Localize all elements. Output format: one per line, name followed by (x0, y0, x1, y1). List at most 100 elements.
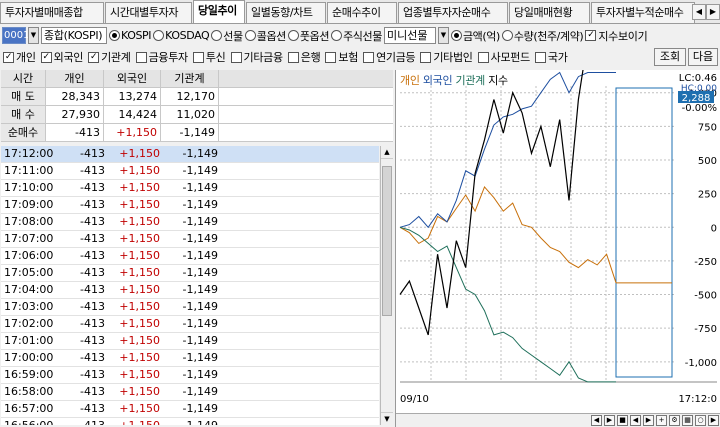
cell-value: 28,343 (46, 88, 104, 105)
table-row[interactable]: 17:04:00 -413 +1,150 -1,149 (1, 282, 379, 299)
investor-checkbox-private-fund[interactable]: 사모펀드 (477, 49, 530, 65)
radio-stock-futures[interactable]: 주식선물 (331, 28, 382, 44)
cell-institution: -1,149 (182, 300, 218, 313)
chart-play-icon[interactable]: ▶ (604, 415, 615, 426)
cell-institution: -1,149 (182, 249, 218, 262)
radio-kospi[interactable]: KOSPI (109, 29, 152, 42)
table-row[interactable]: 16:56:00-413+1,150-1,149 (1, 418, 379, 425)
table-row[interactable]: 17:05:00 -413 +1,150 -1,149 (1, 265, 379, 282)
header-filler (219, 70, 393, 87)
cell-time: 16:56:00 (1, 418, 53, 425)
cell-foreign: +1,150 (119, 198, 160, 211)
chart-zoom-icon[interactable]: + (656, 415, 667, 426)
market-toolbar: 0001 ▼ 종합(KOSPI) KOSPI KOSDAQ 선물 콜옵션 풋옵션… (0, 25, 720, 46)
radio-icon (109, 30, 120, 41)
radio-kosdaq[interactable]: KOSDAQ (153, 29, 210, 42)
checkbox-empty-icon (325, 51, 337, 63)
code-dropdown-icon[interactable]: ▼ (28, 27, 39, 44)
checkbox-empty-icon (230, 51, 242, 63)
scrollbar-thumb[interactable] (382, 166, 392, 316)
chart-next-icon[interactable]: ▶ (708, 415, 719, 426)
radio-amount[interactable]: 금액(억) (450, 28, 500, 44)
show-index-checkbox[interactable]: ✓ 지수보이기 (585, 28, 648, 44)
checkbox-empty-icon (192, 51, 204, 63)
mini-futures-dropdown-icon[interactable]: ▼ (437, 27, 449, 44)
tab-scroll-left-icon[interactable]: ◀ (692, 4, 706, 20)
table-row[interactable]: 17:09:00 -413 +1,150 -1,149 (1, 197, 379, 214)
cell-value: -1,149 (161, 124, 219, 141)
chart-stop-icon[interactable]: ■ (617, 415, 628, 426)
table-row[interactable]: 17:03:00 -413 +1,150 -1,149 (1, 299, 379, 316)
chart-grid-icon[interactable]: ▦ (682, 415, 693, 426)
tab-cumulative-net-buy[interactable]: 투자자별누적순매수 (591, 2, 695, 23)
table-row[interactable]: 17:08:00 -413 +1,150 -1,149 (1, 214, 379, 231)
investor-checkbox-financial-investment[interactable]: 금융투자 (135, 49, 188, 65)
cell-time: 17:11:00 (4, 164, 54, 177)
investor-checkbox-other-corp[interactable]: 기타법인 (420, 49, 473, 65)
cell-individual: -413 (80, 283, 105, 296)
investor-checkbox-foreign[interactable]: ✓ 외국인 (40, 49, 83, 65)
tab-daily-trading[interactable]: 당일매매현황 (509, 2, 590, 23)
lc-label: LC:0.46 (679, 73, 717, 84)
chart-last-icon[interactable]: ▶ (643, 415, 654, 426)
timeline-list[interactable]: 17:12:00 -413 +1,150 -1,149 17:11:00 -413 +1,1… (1, 146, 379, 425)
mini-futures-select[interactable]: 미니선물 (383, 27, 436, 44)
query-button[interactable]: 조회 (654, 48, 686, 66)
cell-individual: -413 (80, 385, 105, 398)
radio-put-option[interactable]: 풋옵션 (287, 28, 329, 44)
table-row[interactable]: 17:01:00 -413 +1,150 -1,149 (1, 333, 379, 350)
cell-foreign: +1,150 (108, 418, 163, 425)
tab-net-buy-trend[interactable]: 순매수추이 (327, 2, 397, 23)
table-row[interactable]: 17:02:00 -413 +1,150 -1,149 (1, 316, 379, 333)
investor-checkbox-nation[interactable]: 국가 (534, 49, 568, 65)
cell-individual: -413 (80, 368, 105, 381)
cell-institution: -1,149 (182, 334, 218, 347)
investor-checkbox-pension[interactable]: 연기금등 (363, 49, 416, 65)
tab-investor-summary[interactable]: 투자자별매매종합 (0, 2, 104, 23)
y-tick-label: 750 (698, 122, 717, 133)
code-input[interactable]: 0001 (2, 27, 29, 44)
table-row[interactable]: 17:00:00 -413 +1,150 -1,149 (1, 350, 379, 367)
table-row[interactable]: 17:11:00 -413 +1,150 -1,149 (1, 163, 379, 180)
list-scrollbar[interactable]: ▲ ▼ (380, 146, 393, 425)
radio-call-option[interactable]: 콜옵션 (244, 28, 286, 44)
table-row[interactable]: 17:06:00 -413 +1,150 -1,149 (1, 248, 379, 265)
cell-institution: -1,149 (182, 164, 218, 177)
cell-individual: -413 (80, 164, 105, 177)
investor-checkbox-insurance[interactable]: 보험 (325, 49, 358, 65)
investor-checkbox-bank[interactable]: 은행 (287, 49, 321, 65)
investor-checkbox-other-finance[interactable]: 기타금융 (230, 49, 283, 65)
tab-sector-investor[interactable]: 업종별투자자순매수 (398, 2, 508, 23)
tab-daily-chart[interactable]: 일별동향/차트 (246, 2, 326, 23)
investor-checkbox-individual[interactable]: ✓ 개인 (3, 49, 36, 65)
table-row[interactable]: 16:59:00 -413 +1,150 -1,149 (1, 367, 379, 384)
investor-filter-bar: ✓ 개인 ✓ 외국인 ✓ 기관계 금융투자 투신 기타금융 은행 보험 연기금등 기타… (0, 47, 720, 67)
table-row[interactable]: 16:57:00 -413 +1,150 -1,149 (1, 401, 379, 418)
radio-futures[interactable]: 선물 (211, 28, 243, 44)
chart-scroll-left-icon[interactable]: ◀ (591, 415, 602, 426)
chart-search-icon[interactable]: ○ (695, 415, 706, 426)
next-button[interactable]: 다음 (688, 48, 718, 66)
tab-scroll-right-icon[interactable]: ▶ (706, 4, 720, 20)
chart-settings-icon[interactable]: ⚙ (669, 415, 680, 426)
tab-daily-trend[interactable]: 당일추이 (193, 0, 245, 23)
table-row[interactable]: 17:12:00 -413 +1,150 -1,149 (1, 146, 379, 163)
cell-time: 17:02:00 (4, 317, 54, 330)
investor-checkbox-trust[interactable]: 투신 (192, 49, 226, 65)
table-row[interactable]: 16:58:00 -413 +1,150 -1,149 (1, 384, 379, 401)
tab-bar: 투자자별매매종합 시간대별투자자 당일추이 일별동향/차트 순매수추이 업종별투… (0, 0, 720, 24)
row-filler (219, 106, 393, 123)
cell-foreign: +1,150 (119, 385, 160, 398)
radio-quantity[interactable]: 수량(천주/계약) (501, 28, 584, 44)
table-row[interactable]: 17:10:00 -413 +1,150 -1,149 (1, 180, 379, 197)
radio-icon (331, 30, 343, 41)
series-individual-line (399, 185, 617, 283)
tab-hourly-investor[interactable]: 시간대별투자자 (105, 2, 192, 23)
chart-first-icon[interactable]: ◀ (630, 415, 641, 426)
scroll-down-icon[interactable]: ▼ (381, 412, 393, 425)
scroll-up-icon[interactable]: ▲ (381, 146, 393, 159)
table-row[interactable]: 17:07:00 -413 +1,150 -1,149 (1, 231, 379, 248)
cell-time: 17:09:00 (4, 198, 54, 211)
investor-checkbox-institution[interactable]: ✓ 기관계 (88, 49, 131, 65)
summary-header: 시간 개인 외국인 기관계 (1, 70, 393, 88)
